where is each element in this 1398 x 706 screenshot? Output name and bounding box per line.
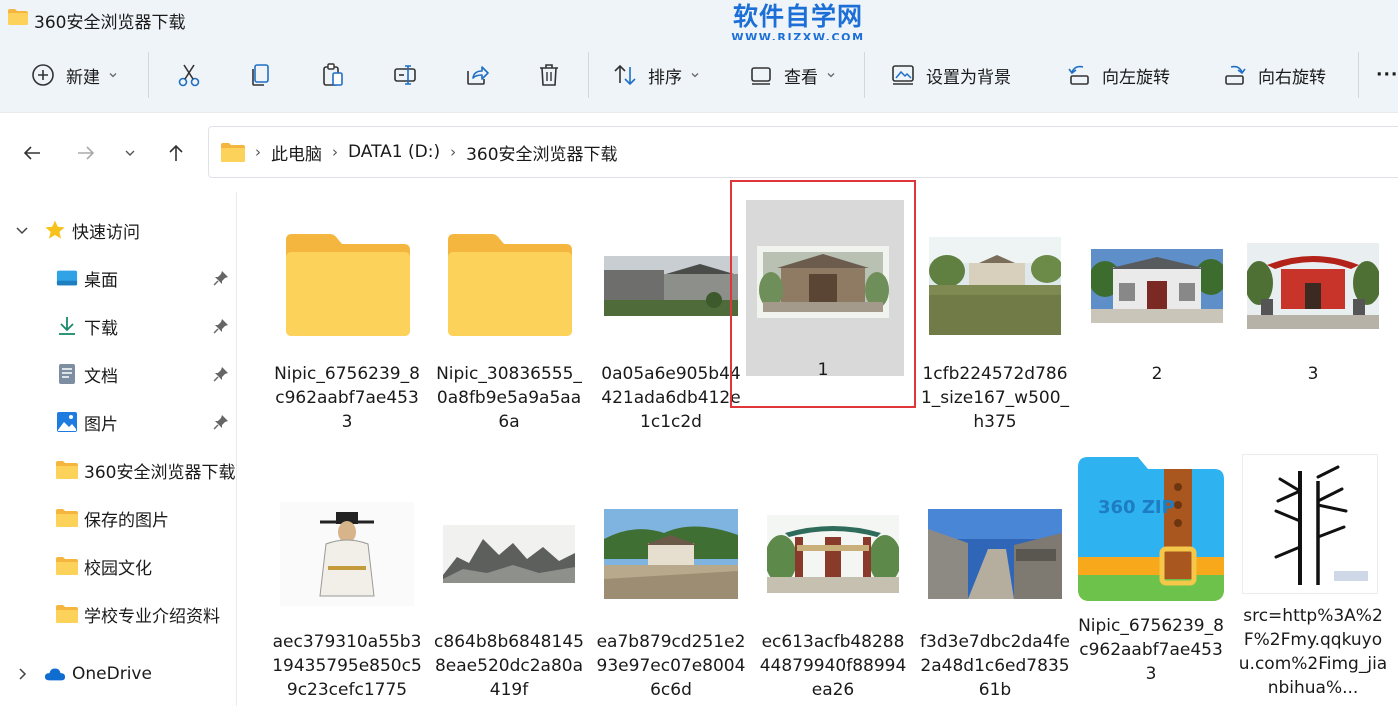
image-thumbnail bbox=[434, 484, 584, 624]
image-thumbnail bbox=[1238, 216, 1388, 356]
arrow-right-icon bbox=[78, 146, 95, 160]
toolbar-divider bbox=[588, 52, 589, 98]
copy-button[interactable] bbox=[248, 52, 274, 98]
sidebar-onedrive[interactable]: OneDrive bbox=[0, 654, 236, 694]
navigation-bar: › 此电脑 › DATA1 (D:) › 360安全浏览器下载 bbox=[0, 112, 1398, 192]
image-thumbnail bbox=[272, 484, 422, 624]
breadcrumb-separator-icon: › bbox=[332, 143, 338, 161]
folder-icon bbox=[8, 9, 28, 25]
paste-button[interactable] bbox=[320, 52, 346, 98]
pin-icon[interactable] bbox=[213, 414, 229, 430]
document-icon bbox=[56, 363, 78, 385]
image-thumbnail bbox=[920, 216, 1070, 356]
clipboard-icon bbox=[323, 63, 343, 86]
chevron-right-icon bbox=[19, 668, 27, 680]
image-thumbnail bbox=[596, 484, 746, 624]
rename-button[interactable] bbox=[392, 52, 418, 98]
sidebar-item-pictures[interactable]: 图片 bbox=[0, 402, 236, 442]
share-icon bbox=[467, 66, 489, 85]
breadcrumb-this-pc[interactable]: 此电脑 bbox=[271, 140, 322, 165]
image-thumbnail bbox=[920, 484, 1070, 624]
download-icon bbox=[56, 315, 78, 337]
desktop-icon bbox=[56, 267, 78, 289]
wallpaper-icon bbox=[892, 65, 914, 85]
chevron-down-icon bbox=[125, 150, 135, 156]
pin-icon[interactable] bbox=[213, 270, 229, 286]
folder-icon bbox=[56, 555, 78, 577]
arrow-left-icon bbox=[23, 146, 40, 160]
sidebar-quick-access[interactable]: 快速访问 bbox=[0, 210, 236, 250]
recent-locations-button[interactable] bbox=[116, 139, 144, 167]
sort-button[interactable]: 排序 bbox=[612, 52, 700, 98]
scissors-icon bbox=[178, 64, 200, 87]
sidebar-item-campus-culture[interactable]: 校园文化 bbox=[0, 546, 236, 586]
pin-icon[interactable] bbox=[213, 366, 229, 382]
new-button[interactable]: 新建 bbox=[30, 52, 118, 98]
more-options-icon: ··· bbox=[1376, 65, 1398, 85]
folder-icon bbox=[56, 507, 78, 529]
breadcrumb-separator-icon: › bbox=[255, 143, 261, 161]
pictures-icon bbox=[56, 411, 78, 433]
folder-icon bbox=[272, 216, 422, 356]
toolbar-divider bbox=[864, 52, 865, 98]
cut-button[interactable] bbox=[176, 52, 202, 98]
window-title: 360安全浏览器下载 bbox=[34, 13, 186, 33]
chevron-down-icon bbox=[827, 73, 835, 78]
breadcrumb-drive[interactable]: DATA1 (D:) bbox=[348, 142, 440, 162]
view-button[interactable]: 查看 bbox=[748, 52, 836, 98]
image-thumbnail bbox=[758, 484, 908, 624]
red-highlight-box bbox=[730, 180, 916, 408]
sidebar-item-downloads[interactable]: 下载 bbox=[0, 306, 236, 346]
folder-icon bbox=[221, 142, 245, 162]
sort-icon bbox=[614, 64, 636, 86]
folder-icon bbox=[56, 459, 78, 481]
navigation-pane: 快速访问 桌面 下载 文档 图片 360安全浏览器下载 保存的图片 校园文化 学… bbox=[0, 192, 237, 706]
chevron-down-icon bbox=[109, 73, 117, 78]
sidebar-item-school-majors[interactable]: 学校专业介绍资料 bbox=[0, 594, 236, 634]
plus-circle-icon bbox=[32, 64, 54, 86]
svg-text:360 ZIP: 360 ZIP bbox=[1098, 497, 1175, 518]
sidebar-item-desktop[interactable]: 桌面 bbox=[0, 258, 236, 298]
forward-button[interactable] bbox=[72, 139, 100, 167]
up-button[interactable] bbox=[162, 139, 190, 167]
rotate-left-button[interactable]: 向左旋转 bbox=[1066, 52, 1170, 98]
more-button[interactable]: ··· bbox=[1376, 52, 1398, 98]
rotate-right-button[interactable]: 向右旋转 bbox=[1222, 52, 1326, 98]
cloud-icon bbox=[44, 663, 66, 685]
share-button[interactable] bbox=[464, 52, 490, 98]
toolbar-divider bbox=[1358, 52, 1359, 98]
rotate-right-icon bbox=[1225, 65, 1246, 85]
zip-archive-icon: 360 ZIP bbox=[1076, 454, 1226, 604]
image-thumbnail bbox=[1242, 454, 1378, 594]
delete-button[interactable] bbox=[536, 52, 562, 98]
star-icon bbox=[44, 219, 66, 241]
image-thumbnail bbox=[596, 216, 746, 356]
image-thumbnail bbox=[1082, 216, 1232, 356]
rename-icon bbox=[394, 65, 416, 85]
breadcrumb-current-folder[interactable]: 360安全浏览器下载 bbox=[466, 140, 617, 165]
chevron-down-icon bbox=[16, 227, 28, 235]
address-bar[interactable]: › 此电脑 › DATA1 (D:) › 360安全浏览器下载 bbox=[208, 126, 1398, 178]
title-bar: 360安全浏览器下载 软件自学网 WWW.RJZXW.COM bbox=[0, 0, 1398, 44]
set-background-button[interactable]: 设置为背景 bbox=[890, 52, 1011, 98]
sidebar-item-documents[interactable]: 文档 bbox=[0, 354, 236, 394]
trash-icon bbox=[540, 64, 558, 86]
chevron-down-icon bbox=[691, 73, 699, 78]
arrow-up-icon bbox=[169, 144, 183, 161]
command-bar: 新建 排序 查看 设置为背景 向左旋转 向右旋转 ··· bbox=[0, 40, 1398, 112]
sidebar-item-saved-pictures[interactable]: 保存的图片 bbox=[0, 498, 236, 538]
copy-icon bbox=[252, 64, 269, 86]
sidebar-item-360-download[interactable]: 360安全浏览器下载 bbox=[0, 450, 236, 490]
back-button[interactable] bbox=[18, 139, 46, 167]
folder-icon bbox=[56, 603, 78, 625]
pin-icon[interactable] bbox=[213, 318, 229, 334]
file-list: Nipic_6756239_8c962aabf7ae4533 Nipic_308… bbox=[238, 180, 1398, 706]
breadcrumb-separator-icon: › bbox=[450, 143, 457, 161]
folder-icon bbox=[434, 216, 584, 356]
toolbar-divider bbox=[148, 52, 149, 98]
rotate-left-icon bbox=[1068, 65, 1089, 85]
view-icon bbox=[751, 67, 771, 85]
